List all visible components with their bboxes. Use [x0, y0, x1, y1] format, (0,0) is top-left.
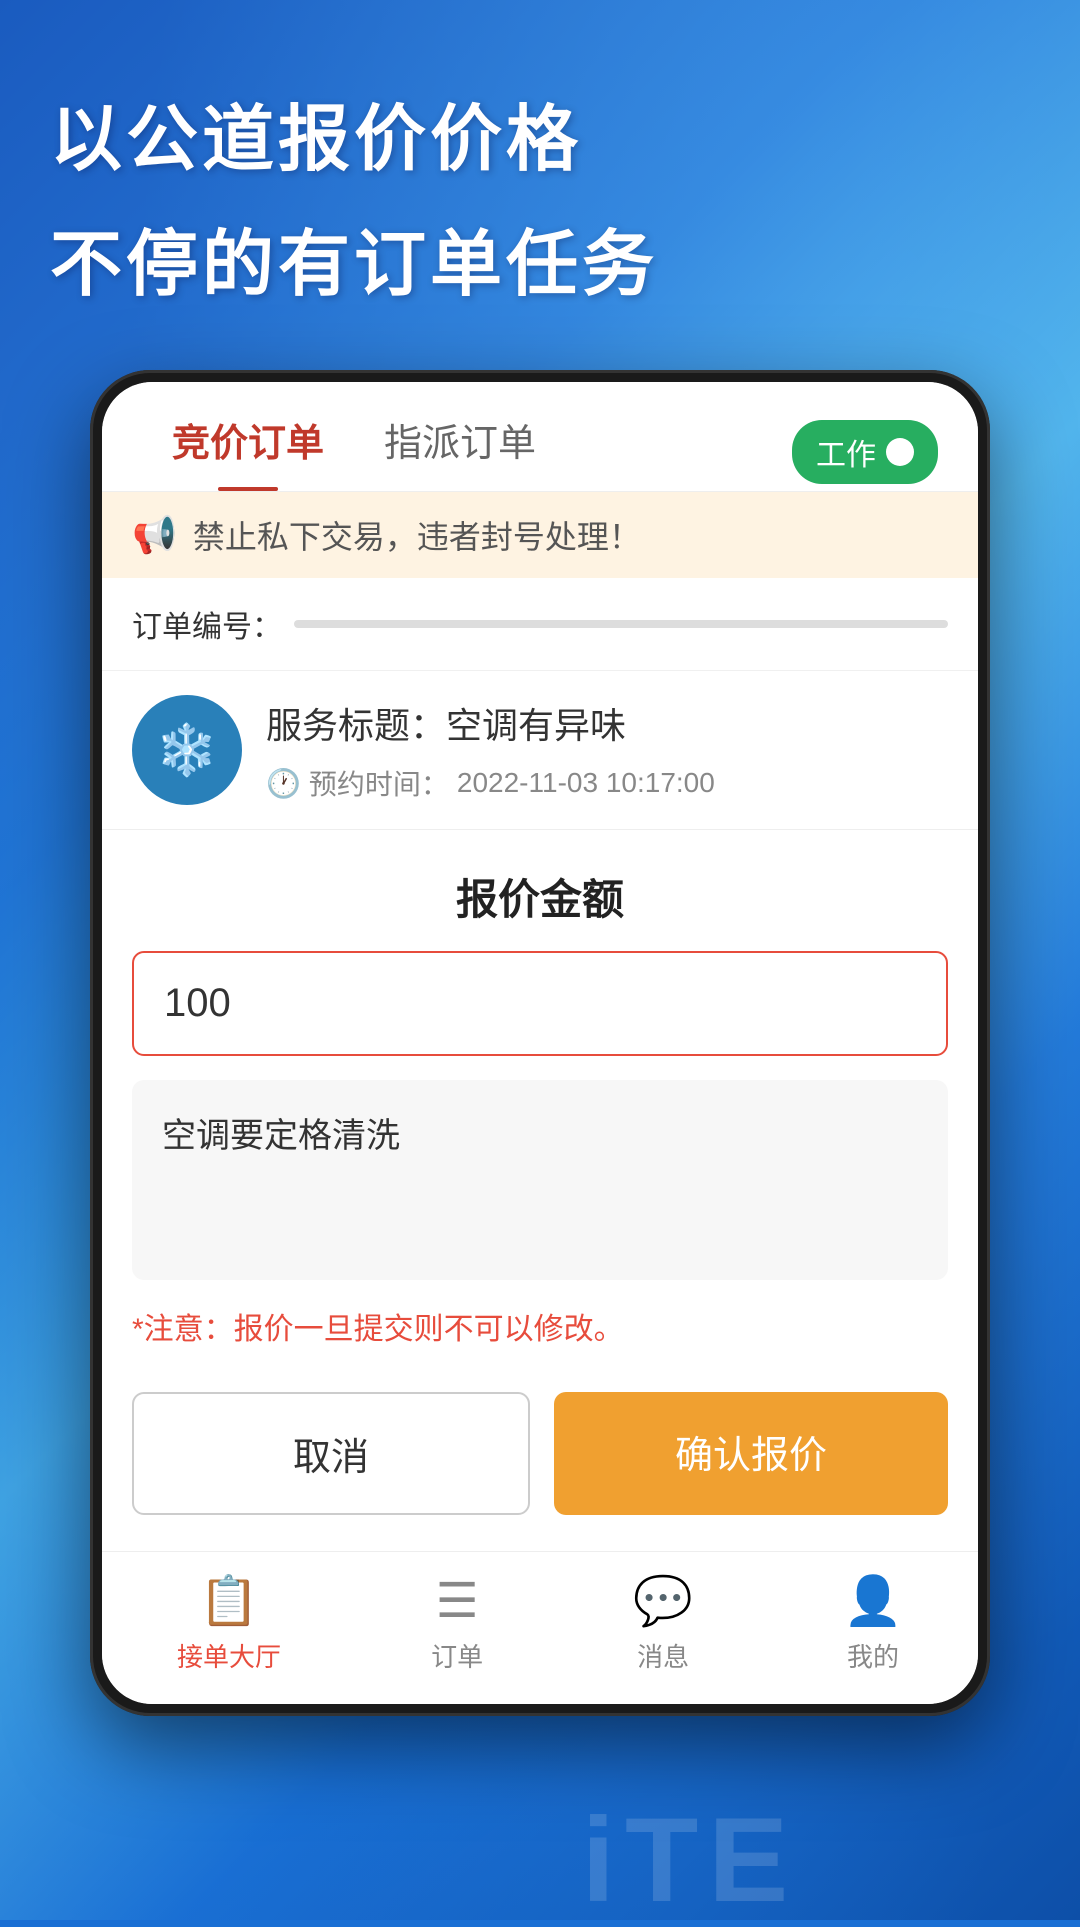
service-info: 服务标题：空调有异味 🕐 预约时间： 2022-11-03 10:17:00 [266, 697, 948, 803]
service-icon-circle: ❄️ [132, 695, 242, 805]
profile-label: 我的 [847, 1637, 899, 1674]
phone-frame: 竞价订单 指派订单 工作 📢 禁止私下交易，违者封号处理！ 订单编号： [90, 370, 990, 1716]
header-line2: 不停的有订单任务 [50, 205, 658, 310]
order-label: 订单编号： [132, 602, 282, 646]
remark-text: 空调要定格清洗 [162, 1117, 400, 1155]
confirm-button[interactable]: 确认报价 [554, 1392, 948, 1515]
price-input-wrapper[interactable]: 100 [132, 951, 948, 1056]
toggle-dot [886, 438, 914, 466]
notice-text: 禁止私下交易，违者封号处理！ [193, 512, 641, 558]
modal-title: 报价金额 [102, 830, 978, 951]
tab-bid-order[interactable]: 竞价订单 [142, 412, 354, 491]
warning-text: *注意：报价一旦提交则不可以修改。 [102, 1280, 978, 1372]
nav-item-hall[interactable]: 📋 接单大厅 [177, 1572, 281, 1674]
phone-inner: 竞价订单 指派订单 工作 📢 禁止私下交易，违者封号处理！ 订单编号： [102, 382, 978, 1704]
time-label: 预约时间： [309, 763, 449, 803]
hall-label: 接单大厅 [177, 1637, 281, 1674]
header-line1: 以公道报价价格 [50, 80, 658, 185]
profile-icon: 👤 [843, 1572, 903, 1629]
tab-assigned-order[interactable]: 指派订单 [354, 412, 566, 491]
order-number-bar [294, 620, 948, 628]
button-row: 取消 确认报价 [102, 1372, 978, 1551]
nav-item-profile[interactable]: 👤 我的 [843, 1572, 903, 1674]
clock-icon: 🕐 [266, 767, 301, 800]
cancel-button[interactable]: 取消 [132, 1392, 530, 1515]
service-card: ❄️ 服务标题：空调有异味 🕐 预约时间： 2022-11-03 10:17:0… [102, 670, 978, 829]
order-icon: ☰ [436, 1573, 479, 1629]
service-time: 🕐 预约时间： 2022-11-03 10:17:00 [266, 763, 948, 803]
time-value: 2022-11-03 10:17:00 [457, 767, 715, 799]
order-number-row: 订单编号： [102, 578, 978, 670]
message-label: 消息 [637, 1637, 689, 1674]
modal-section: 报价金额 100 空调要定格清洗 *注意：报价一旦提交则不可以修改。 取消 确认… [102, 829, 978, 1551]
notice-icon: 📢 [132, 514, 177, 556]
nav-item-message[interactable]: 💬 消息 [633, 1572, 693, 1674]
ac-icon: ❄️ [156, 721, 218, 780]
nav-item-order[interactable]: ☰ 订单 [431, 1573, 483, 1674]
tab-bar: 竞价订单 指派订单 工作 [102, 382, 978, 492]
bottom-nav: 📋 接单大厅 ☰ 订单 💬 消息 👤 我的 [102, 1551, 978, 1704]
header-section: 以公道报价价格 不停的有订单任务 [50, 80, 658, 310]
hall-icon: 📋 [199, 1572, 259, 1629]
service-title: 服务标题：空调有异味 [266, 697, 948, 749]
phone-wrapper: 竞价订单 指派订单 工作 📢 禁止私下交易，违者封号处理！ 订单编号： [90, 370, 990, 1920]
remark-area[interactable]: 空调要定格清洗 [132, 1080, 948, 1280]
work-toggle[interactable]: 工作 [792, 420, 938, 484]
message-icon: 💬 [633, 1572, 693, 1629]
notice-bar: 📢 禁止私下交易，违者封号处理！ [102, 492, 978, 578]
price-input[interactable]: 100 [164, 981, 916, 1026]
order-label: 订单 [431, 1637, 483, 1674]
